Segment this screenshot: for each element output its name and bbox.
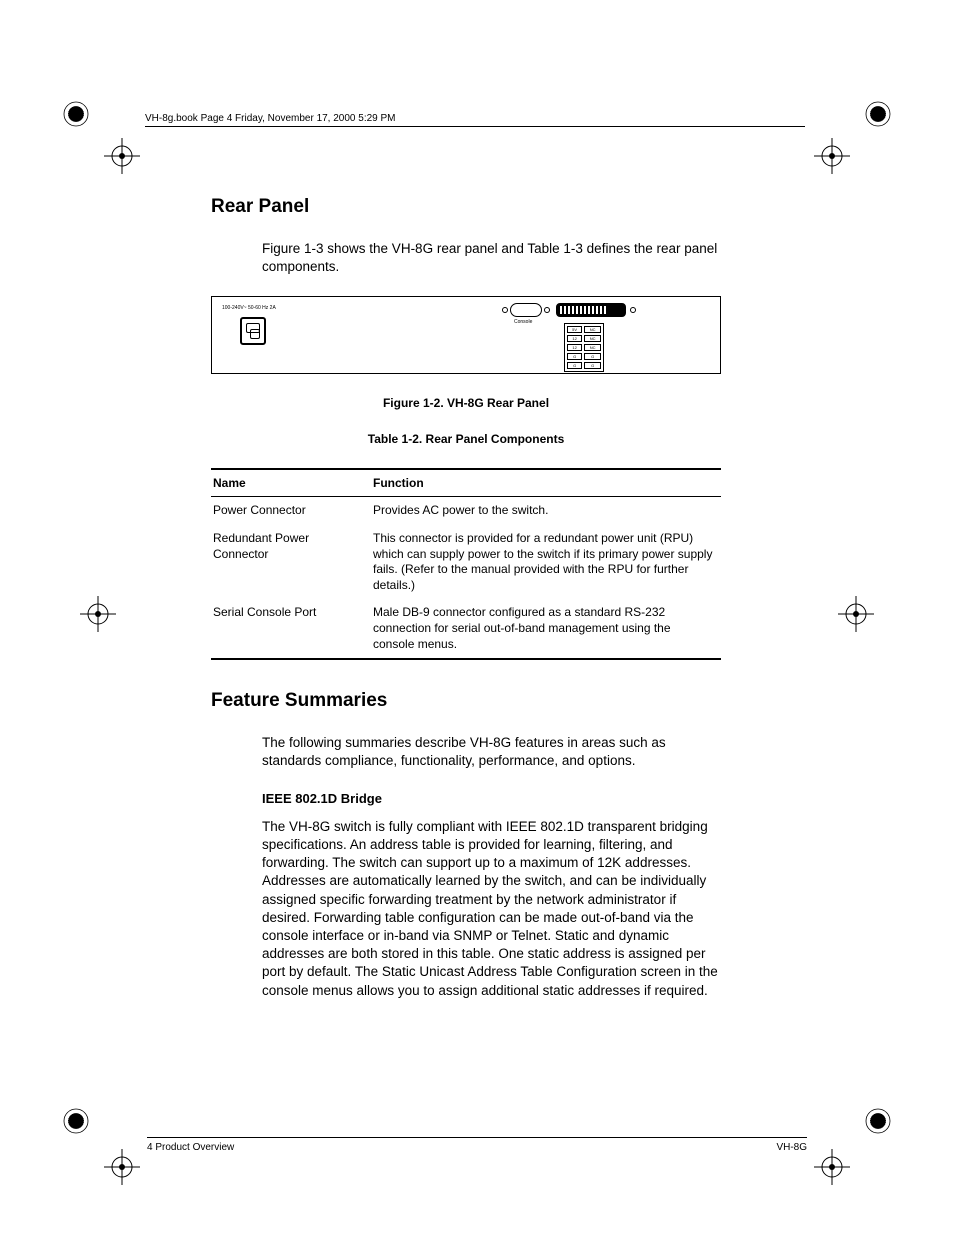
- table-row: Power Connector Provides AC power to the…: [211, 497, 721, 525]
- figure-caption: Figure 1-2. VH-8G Rear Panel: [211, 396, 721, 410]
- registration-mark-icon: [860, 96, 896, 132]
- cell-function: Male DB-9 connector configured as a stan…: [371, 599, 721, 659]
- figure-product-label: 100-240V~ 50-60 Hz 2A: [222, 305, 276, 311]
- col-header-name: Name: [211, 469, 371, 497]
- registration-mark-icon: [104, 138, 140, 174]
- registration-mark-icon: [814, 1149, 850, 1185]
- table-header-row: Name Function: [211, 469, 721, 497]
- ieee-bridge-body: The VH-8G switch is fully compliant with…: [262, 818, 721, 1000]
- cell-name: Power Connector: [211, 497, 371, 525]
- table-row: Redundant Power Connector This connector…: [211, 525, 721, 599]
- figure-rear-panel: 100-240V~ 50-60 Hz 2A Console 5VNC 12NC …: [211, 296, 721, 374]
- feature-summaries-body: The following summaries describe VH-8G f…: [262, 734, 721, 1000]
- table-row: Serial Console Port Male DB-9 connector …: [211, 599, 721, 659]
- registration-mark-icon: [814, 138, 850, 174]
- subheading-ieee-bridge: IEEE 802.1D Bridge: [262, 791, 721, 806]
- registration-mark-icon: [80, 596, 116, 632]
- registration-mark-icon: [58, 1103, 94, 1139]
- screw-icon: [502, 307, 508, 313]
- registration-mark-icon: [58, 96, 94, 132]
- serial-port-icon: [510, 303, 542, 317]
- power-connector-icon: [240, 317, 266, 345]
- section-heading-rear-panel: Rear Panel: [211, 196, 721, 218]
- footer-right: VH-8G: [776, 1142, 807, 1153]
- screw-icon: [544, 307, 550, 313]
- rpu-connector-icon: [556, 303, 626, 317]
- cell-name: Redundant Power Connector: [211, 525, 371, 599]
- table-caption: Table 1-2. Rear Panel Components: [211, 432, 721, 446]
- page-header: VH-8g.book Page 4 Friday, November 17, 2…: [145, 113, 805, 127]
- section-heading-feature-summaries: Feature Summaries: [211, 690, 721, 712]
- col-header-function: Function: [371, 469, 721, 497]
- footer-left: 4 Product Overview: [147, 1142, 234, 1153]
- page-footer: 4 Product Overview VH-8G: [147, 1137, 807, 1153]
- registration-mark-icon: [860, 1103, 896, 1139]
- screw-icon: [630, 307, 636, 313]
- cell-function: Provides AC power to the switch.: [371, 497, 721, 525]
- cell-name: Serial Console Port: [211, 599, 371, 659]
- feature-intro: The following summaries describe VH-8G f…: [262, 734, 721, 770]
- page-content: Rear Panel Figure 1-3 shows the VH-8G re…: [211, 196, 721, 1000]
- registration-mark-icon: [838, 596, 874, 632]
- console-label: Console: [514, 319, 532, 325]
- rear-panel-intro: Figure 1-3 shows the VH-8G rear panel an…: [262, 240, 721, 276]
- registration-mark-icon: [104, 1149, 140, 1185]
- pin-grid-icon: 5VNC 12NC 12NC GG GG: [564, 323, 604, 372]
- page: VH-8g.book Page 4 Friday, November 17, 2…: [0, 0, 954, 1235]
- rear-panel-components-table: Name Function Power Connector Provides A…: [211, 468, 721, 660]
- header-text: VH-8g.book Page 4 Friday, November 17, 2…: [145, 113, 396, 124]
- cell-function: This connector is provided for a redunda…: [371, 525, 721, 599]
